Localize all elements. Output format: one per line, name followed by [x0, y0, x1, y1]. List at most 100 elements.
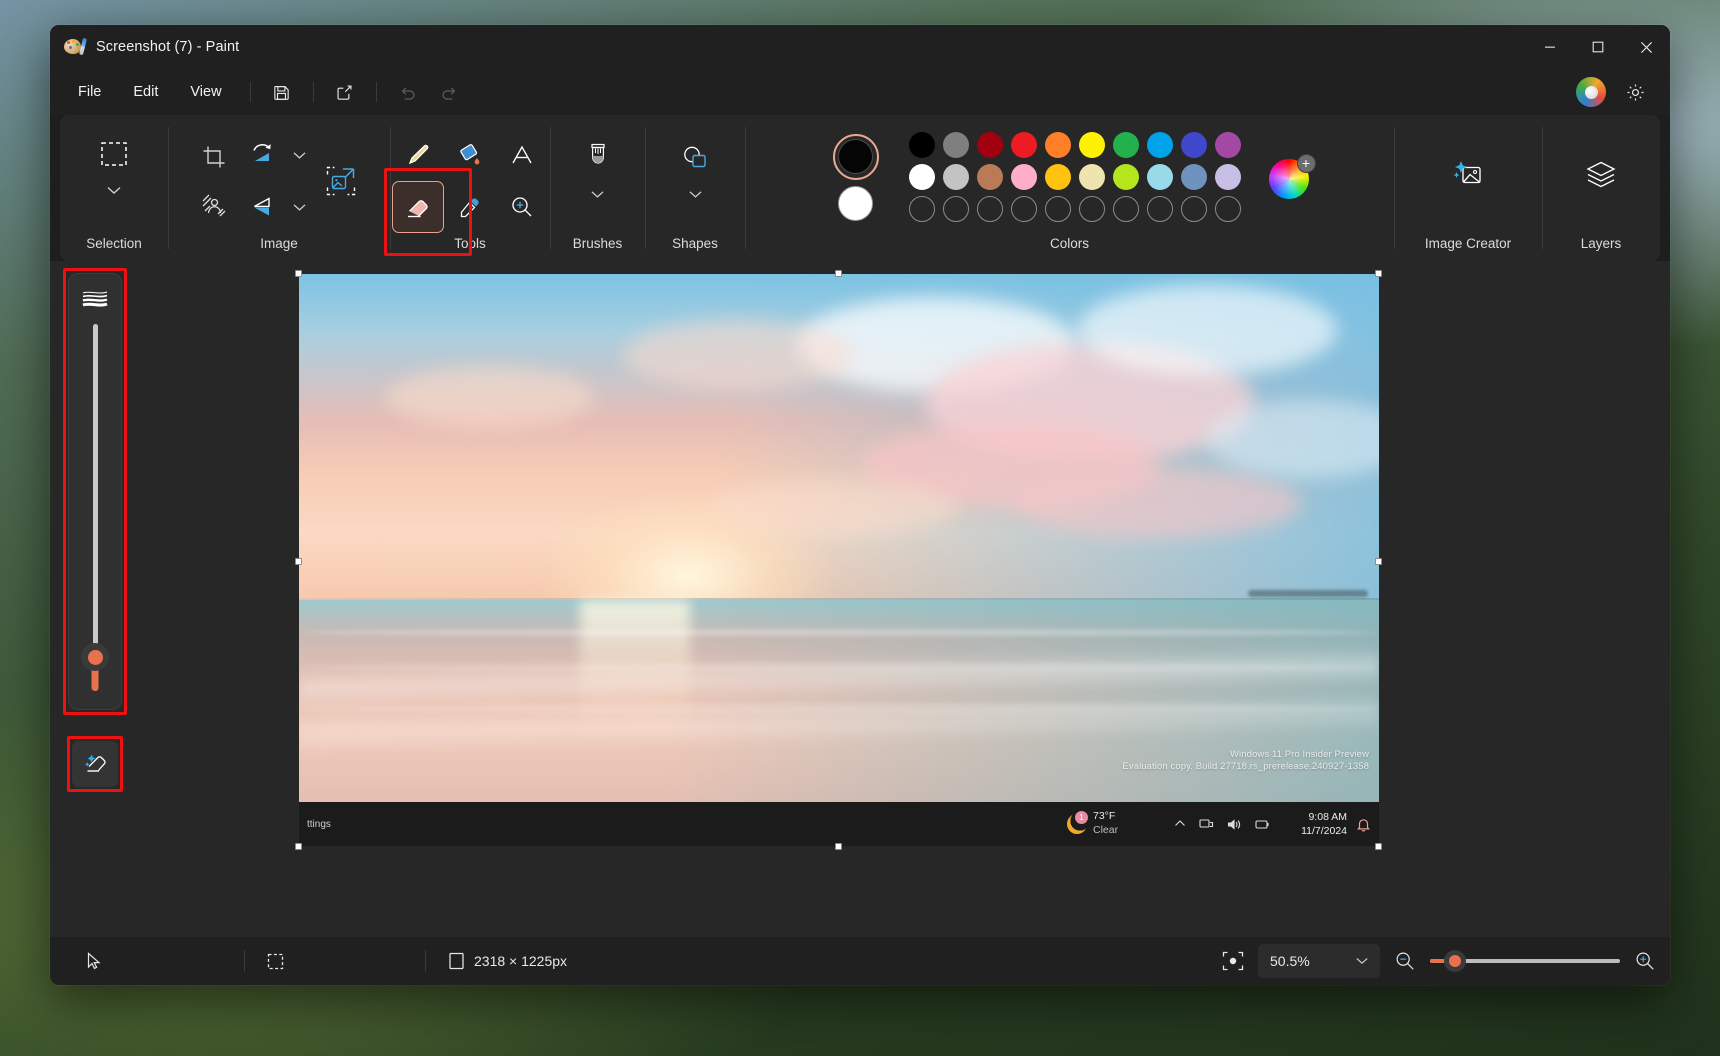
- color-swatch-r1-6[interactable]: [1113, 132, 1139, 158]
- color-swatch-r2-9[interactable]: [1215, 164, 1241, 190]
- maximize-button[interactable]: [1574, 25, 1622, 69]
- slider-thumb[interactable]: [81, 643, 109, 671]
- crop-icon[interactable]: [190, 133, 238, 181]
- redo-icon[interactable]: [432, 76, 468, 108]
- chevron-down-icon: [1356, 957, 1368, 965]
- canvas-handle-top-right[interactable]: [1375, 270, 1382, 277]
- ribbon-group-shapes: Shapes: [645, 115, 745, 261]
- color-swatch-empty-8[interactable]: [1181, 196, 1207, 222]
- color-swatch-empty-4[interactable]: [1045, 196, 1071, 222]
- canvas-handle-right[interactable]: [1375, 558, 1382, 565]
- share-icon[interactable]: [327, 76, 363, 108]
- color-swatch-r1-0[interactable]: [909, 132, 935, 158]
- fill-bucket-icon[interactable]: [444, 129, 496, 181]
- pencil-icon[interactable]: [392, 129, 444, 181]
- secondary-color-swatch[interactable]: [838, 186, 873, 221]
- cursor-position-cell: [64, 937, 244, 985]
- title-bar: Screenshot (7) - Paint: [50, 25, 1670, 69]
- color-swatch-empty-2[interactable]: [977, 196, 1003, 222]
- layers-icon[interactable]: [1573, 147, 1629, 203]
- close-button[interactable]: [1622, 25, 1670, 69]
- brush-icon[interactable]: [572, 133, 624, 183]
- color-swatch-empty-0[interactable]: [909, 196, 935, 222]
- menu-file[interactable]: File: [64, 76, 115, 108]
- fit-to-window-icon[interactable]: [1222, 951, 1244, 971]
- color-swatch-r2-3[interactable]: [1011, 164, 1037, 190]
- color-swatch-r2-0[interactable]: [909, 164, 935, 190]
- save-icon[interactable]: [264, 76, 300, 108]
- background-remove-icon[interactable]: [190, 181, 238, 229]
- color-swatch-r1-5[interactable]: [1079, 132, 1105, 158]
- watermark-line-2: Evaluation copy. Build 27718.rs_prerelea…: [1122, 761, 1369, 772]
- selection-size-cell: [245, 937, 425, 985]
- undo-icon[interactable]: [390, 76, 426, 108]
- account-avatar[interactable]: [1576, 77, 1606, 107]
- color-swatch-r1-1[interactable]: [943, 132, 969, 158]
- inner-taskbar-clock: 9:08 AM 11/7/2024: [1301, 810, 1347, 838]
- zoom-slider-thumb[interactable]: [1444, 950, 1466, 972]
- zoom-in-icon[interactable]: [1634, 950, 1656, 972]
- canvas-handle-left[interactable]: [295, 558, 302, 565]
- menu-edit[interactable]: Edit: [119, 76, 172, 108]
- ribbon-label-colors: Colors: [745, 236, 1394, 251]
- color-swatch-r1-9[interactable]: [1215, 132, 1241, 158]
- canvas-wrapper[interactable]: Windows 11 Pro Insider Preview Evaluatio…: [299, 274, 1379, 846]
- color-swatch-empty-7[interactable]: [1147, 196, 1173, 222]
- menu-divider: [250, 82, 251, 102]
- color-swatch-r2-6[interactable]: [1113, 164, 1139, 190]
- color-swatch-empty-3[interactable]: [1011, 196, 1037, 222]
- shapes-icon[interactable]: [669, 133, 721, 183]
- brush-size-slider[interactable]: [69, 310, 121, 709]
- primary-color-swatch[interactable]: [833, 134, 879, 180]
- canvas-handle-bottom-left[interactable]: [295, 843, 302, 850]
- text-icon[interactable]: [496, 129, 548, 181]
- ribbon-label-selection: Selection: [60, 236, 168, 251]
- flip-chevron-down-icon[interactable]: [286, 181, 312, 233]
- color-swatch-r2-7[interactable]: [1147, 164, 1173, 190]
- magnifier-icon[interactable]: [496, 181, 548, 233]
- color-swatch-r1-2[interactable]: [977, 132, 1003, 158]
- eraser-icon[interactable]: [392, 181, 444, 233]
- color-swatch-empty-6[interactable]: [1113, 196, 1139, 222]
- generative-erase-button[interactable]: [72, 741, 118, 787]
- canvas-handle-top[interactable]: [835, 270, 842, 277]
- selection-chevron-down-icon[interactable]: [101, 177, 127, 203]
- color-swatch-empty-1[interactable]: [943, 196, 969, 222]
- ribbon-group-selection: Selection: [60, 115, 168, 261]
- settings-gear-icon[interactable]: [1617, 76, 1653, 108]
- status-right-controls: 50.5%: [1222, 944, 1656, 978]
- color-swatch-empty-9[interactable]: [1215, 196, 1241, 222]
- battery-icon: [1255, 818, 1271, 831]
- color-swatch-r2-5[interactable]: [1079, 164, 1105, 190]
- color-wheel-add-icon[interactable]: +: [1269, 154, 1315, 200]
- volume-icon: [1227, 818, 1242, 831]
- eyedropper-icon[interactable]: [444, 181, 496, 233]
- color-swatch-r2-8[interactable]: [1181, 164, 1207, 190]
- resize-image-icon[interactable]: [314, 154, 368, 208]
- canvas-handle-top-left[interactable]: [295, 270, 302, 277]
- canvas-image[interactable]: Windows 11 Pro Insider Preview Evaluatio…: [299, 274, 1379, 846]
- color-swatch-r2-4[interactable]: [1045, 164, 1071, 190]
- rectangular-selection-icon[interactable]: [88, 131, 140, 177]
- menu-view[interactable]: View: [176, 76, 235, 108]
- zoom-level-select[interactable]: 50.5%: [1258, 944, 1380, 978]
- color-swatch-r1-4[interactable]: [1045, 132, 1071, 158]
- shapes-chevron-down-icon[interactable]: [682, 183, 708, 205]
- color-swatch-r2-2[interactable]: [977, 164, 1003, 190]
- zoom-slider[interactable]: [1430, 951, 1620, 971]
- rotate-chevron-down-icon[interactable]: [286, 129, 312, 181]
- flip-icon[interactable]: [238, 183, 286, 231]
- color-swatch-r2-1[interactable]: [943, 164, 969, 190]
- color-swatch-r1-3[interactable]: [1011, 132, 1037, 158]
- network-icon: [1199, 818, 1214, 831]
- canvas-handle-bottom-right[interactable]: [1375, 843, 1382, 850]
- canvas-handle-bottom[interactable]: [835, 843, 842, 850]
- image-creator-sparkle-icon[interactable]: [1440, 147, 1496, 203]
- color-swatch-r1-7[interactable]: [1147, 132, 1173, 158]
- color-swatch-empty-5[interactable]: [1079, 196, 1105, 222]
- zoom-out-icon[interactable]: [1394, 950, 1416, 972]
- color-swatch-r1-8[interactable]: [1181, 132, 1207, 158]
- brushes-chevron-down-icon[interactable]: [585, 183, 611, 205]
- rotate-icon[interactable]: [238, 131, 286, 179]
- minimize-button[interactable]: [1526, 25, 1574, 69]
